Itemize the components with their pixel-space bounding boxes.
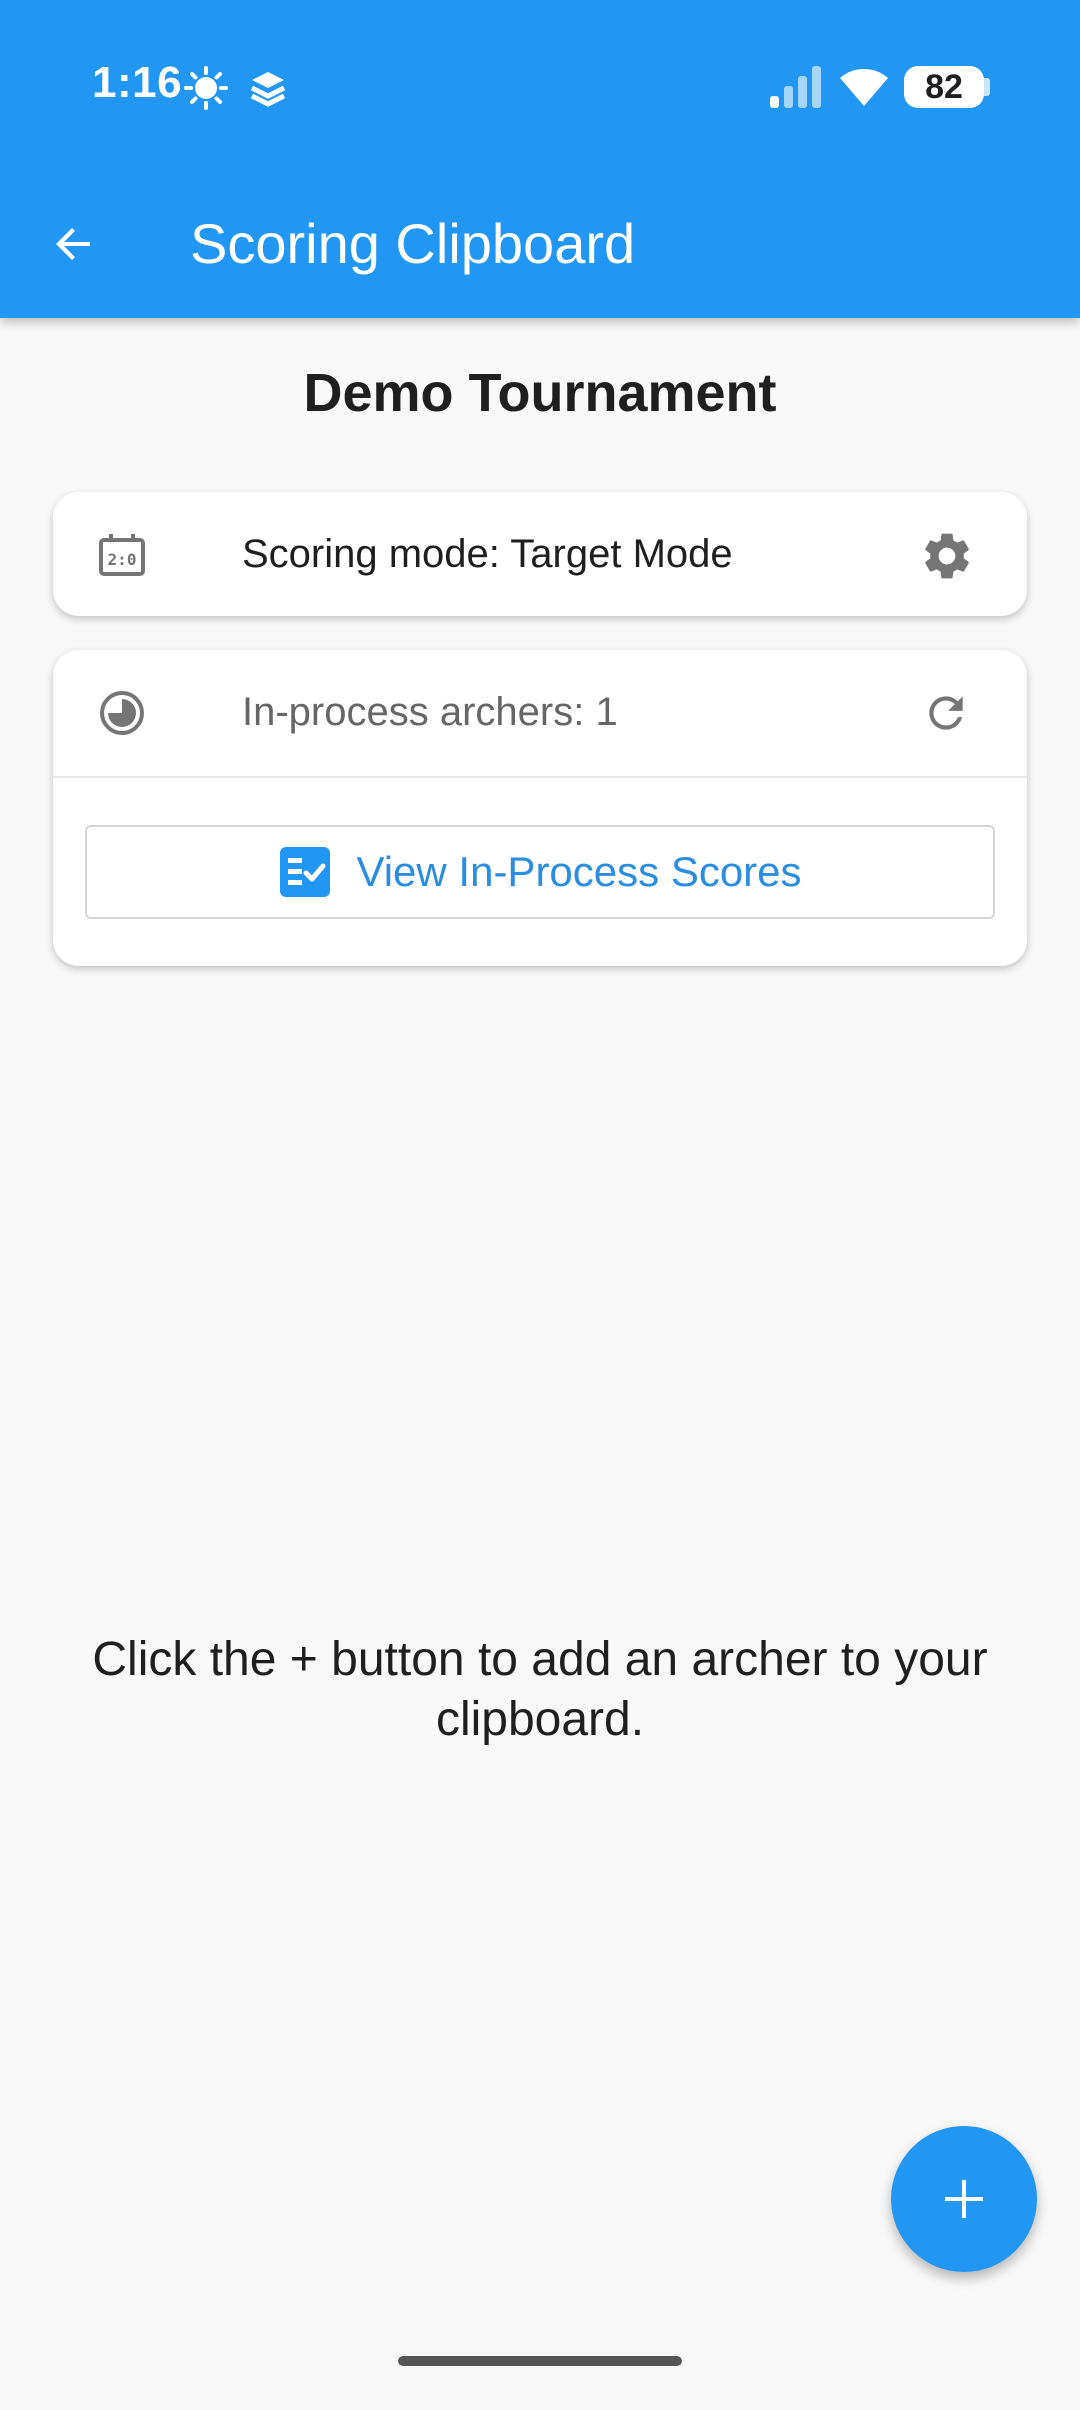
view-in-process-scores-label: View In-Process Scores [356,848,802,895]
svg-text:2:0: 2:0 [108,550,137,569]
battery-level: 82 [925,67,963,106]
view-in-process-scores-button[interactable]: View In-Process Scores [85,825,995,919]
battery-icon: 82 [904,66,984,108]
scoring-mode-card[interactable]: 2:0 Scoring mode: Target Mode [53,492,1027,616]
empty-state-message: Click the + button to add an archer to y… [92,1633,988,1746]
settings-sun-icon [184,66,228,110]
plus-icon [945,2180,983,2218]
in-process-count: In-process archers: 1 [242,690,618,734]
wifi-icon [838,64,890,108]
scoreboard-icon: 2:0 [97,530,147,580]
cellular-signal-icon [768,64,824,110]
back-button[interactable] [34,204,114,284]
home-indicator[interactable] [398,2356,682,2366]
card-divider [53,776,1027,778]
add-archer-button[interactable] [891,2126,1037,2272]
status-time: 1:16 [92,58,183,107]
refresh-icon[interactable] [921,688,971,738]
tournament-title: Demo Tournament [303,363,777,423]
app-bar: 1:16 82 Scoring Clipboard [0,0,1080,318]
app-bar-title: Scoring Clipboard [190,212,636,275]
scoring-mode-label: Scoring mode: Target Mode [242,532,733,576]
battery-cap [984,78,990,96]
stacked-layers-icon [246,66,290,110]
pie-progress-icon [97,688,147,738]
arrow-back-icon [56,228,90,260]
in-process-card: In-process archers: 1 View In-Process Sc… [53,650,1027,966]
gear-icon[interactable] [919,528,975,584]
checklist-icon [280,847,331,897]
